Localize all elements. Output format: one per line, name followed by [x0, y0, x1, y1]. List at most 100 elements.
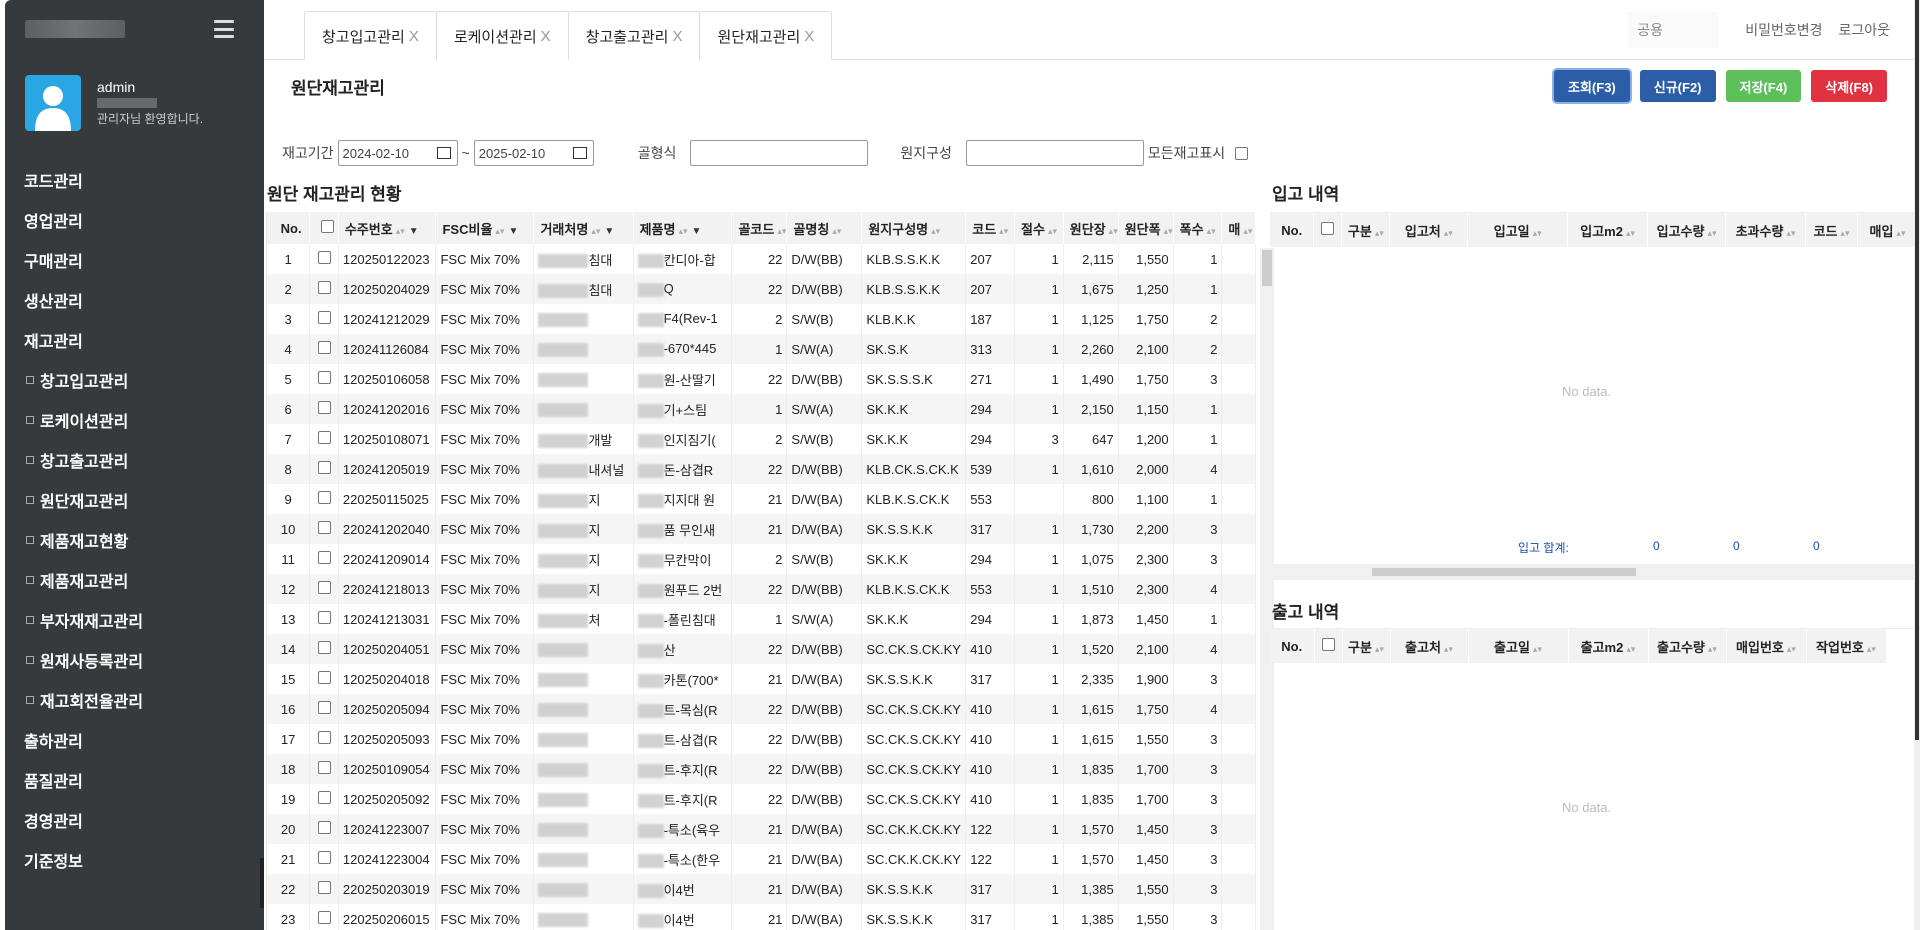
date-to-input[interactable]: 2025-02-10: [473, 140, 594, 166]
column-header[interactable]: 수주번호 ▴▾ ▼: [338, 212, 437, 244]
sort-icon[interactable]: ▴▾: [1109, 226, 1118, 236]
column-header[interactable]: No.: [267, 212, 311, 244]
row-checkbox[interactable]: [317, 611, 331, 624]
sort-icon[interactable]: ▴▾: [678, 226, 687, 236]
column-header[interactable]: 매입 ▴▾: [1857, 213, 1918, 247]
row-checkbox[interactable]: [317, 911, 331, 924]
column-header[interactable]: 입고일 ▴▾: [1467, 213, 1569, 247]
column-header[interactable]: 코드 ▴▾: [965, 212, 1016, 244]
sort-icon[interactable]: ▴▾: [931, 226, 940, 236]
tab-close-icon[interactable]: X: [804, 28, 814, 45]
calendar-icon[interactable]: [572, 147, 587, 159]
filter-icon[interactable]: ▼: [409, 226, 419, 237]
column-header[interactable]: FSC비율 ▴▾ ▼: [435, 212, 535, 244]
sidebar-item[interactable]: 품질관리: [5, 760, 264, 800]
row-checkbox[interactable]: [317, 311, 331, 324]
search-button[interactable]: 조회(F3): [1554, 70, 1630, 102]
tab-close-icon[interactable]: X: [409, 28, 419, 45]
tab-close-icon[interactable]: X: [541, 28, 551, 45]
table-row[interactable]: 16 120250205094 FSC Mix 70% 트-목심(R 22 D/W(BB)…: [267, 694, 1256, 724]
table-row[interactable]: 20 120241223007 FSC Mix 70% -특소(육우 21 D/W(BA)…: [267, 814, 1256, 844]
select-all-checkbox[interactable]: [320, 220, 334, 233]
sort-icon[interactable]: ▴▾: [1164, 226, 1173, 236]
row-checkbox[interactable]: [317, 281, 331, 294]
sidebar-item[interactable]: 원단재고관리: [5, 480, 264, 520]
sidebar-item[interactable]: 제품재고관리: [5, 560, 264, 600]
show-all-checkbox[interactable]: [1235, 146, 1249, 160]
column-header[interactable]: 출고수량 ▴▾: [1648, 629, 1727, 663]
row-checkbox[interactable]: [317, 461, 331, 474]
column-header[interactable]: 원지구성명 ▴▾: [861, 212, 967, 244]
row-checkbox[interactable]: [317, 731, 331, 744]
column-header[interactable]: [309, 212, 339, 244]
sidebar-item[interactable]: 영업관리: [5, 200, 264, 240]
sort-icon[interactable]: ▴▾: [1787, 644, 1796, 654]
column-header[interactable]: [1314, 629, 1343, 663]
sidebar-item[interactable]: 구매관리: [5, 240, 264, 280]
sort-icon[interactable]: ▴▾: [1626, 228, 1635, 238]
filter-icon[interactable]: ▼: [604, 226, 614, 237]
sidebar-item[interactable]: 부자재재고관리: [5, 600, 264, 640]
sidebar-item[interactable]: 제품재고현황: [5, 520, 264, 560]
row-checkbox[interactable]: [317, 821, 331, 834]
column-header[interactable]: [1313, 213, 1343, 247]
sort-icon[interactable]: ▴▾: [396, 226, 405, 236]
table-row[interactable]: 7 120250108071 FSC Mix 70% 개발 인지짐기(2 S/W(B) SK…: [267, 424, 1256, 454]
column-header[interactable]: 구분 ▴▾: [1342, 629, 1391, 663]
column-header[interactable]: 골명칭 ▴▾: [786, 212, 863, 244]
sort-icon[interactable]: ▴▾: [1708, 644, 1717, 654]
sort-icon[interactable]: ▴▾: [1896, 228, 1905, 238]
sidebar-item[interactable]: 원재사등록관리: [5, 640, 264, 680]
table-row[interactable]: 19 120250205092 FSC Mix 70% 트-후지(R 22 D/W(BB)…: [267, 784, 1256, 814]
sidebar-item[interactable]: 창고입고관리: [5, 360, 264, 400]
sort-icon[interactable]: ▴▾: [1707, 228, 1716, 238]
table-row[interactable]: 18 120250109054 FSC Mix 70% 트-후지(R 22 D/W(BB)…: [267, 754, 1256, 784]
paper-input[interactable]: [965, 140, 1144, 166]
table-row[interactable]: 9 220250115025 FSC Mix 70% 지 지지대 원 21 D/W(BA) K…: [267, 484, 1256, 514]
sort-icon[interactable]: ▴▾: [1533, 228, 1542, 238]
sidebar-item[interactable]: 로케이션관리: [5, 400, 264, 440]
delete-button[interactable]: 삭제(F8): [1811, 70, 1887, 102]
table-row[interactable]: 14 120250204051 FSC Mix 70% 산 22 D/W(BB) SC.CK…: [267, 634, 1256, 664]
sidebar-item[interactable]: 기준정보: [5, 840, 264, 880]
row-checkbox[interactable]: [317, 881, 331, 894]
sort-icon[interactable]: ▴▾: [591, 226, 600, 236]
sidebar-item[interactable]: 재고회전율관리: [5, 680, 264, 720]
column-header[interactable]: 거래처명 ▴▾ ▼: [533, 212, 634, 244]
tab[interactable]: 창고입고관리 X: [304, 11, 437, 60]
tab-close-icon[interactable]: X: [672, 28, 682, 45]
row-checkbox[interactable]: [317, 641, 331, 654]
row-checkbox[interactable]: [317, 251, 331, 264]
column-header[interactable]: 절수 ▴▾: [1014, 212, 1064, 244]
column-header[interactable]: 출고m2 ▴▾: [1568, 629, 1649, 663]
sort-icon[interactable]: ▴▾: [1786, 228, 1795, 238]
sort-icon[interactable]: ▴▾: [1048, 226, 1057, 236]
column-header[interactable]: 작업번호 ▴▾: [1806, 629, 1887, 663]
table-row[interactable]: 2 120250204029 FSC Mix 70% 침대 Q 22 D/W(BB) KLB.…: [267, 274, 1256, 304]
filter-icon[interactable]: ▼: [692, 226, 702, 237]
sort-icon[interactable]: ▴▾: [1375, 644, 1384, 654]
sort-icon[interactable]: ▴▾: [1375, 228, 1384, 238]
row-checkbox[interactable]: [317, 551, 331, 564]
column-header[interactable]: 골코드 ▴▾: [731, 212, 788, 244]
table-row[interactable]: 11 220241209014 FSC Mix 70% 지 무칸막이 2 S/W(B) SK.…: [267, 544, 1256, 574]
column-header[interactable]: 매 ▴▾: [1221, 212, 1256, 244]
change-password-link[interactable]: 비밀번호변경: [1745, 20, 1822, 40]
tab[interactable]: 원단재고관리 X: [699, 11, 833, 60]
sort-icon[interactable]: ▴▾: [1533, 644, 1542, 654]
sort-icon[interactable]: ▴▾: [999, 226, 1008, 236]
sidebar-item[interactable]: 출하관리: [5, 720, 264, 760]
sort-icon[interactable]: ▴▾: [1840, 228, 1849, 238]
company-select[interactable]: 공용: [1627, 12, 1720, 48]
stock-grid-scrollbar[interactable]: [1260, 248, 1274, 930]
column-header[interactable]: 입고처 ▴▾: [1389, 213, 1469, 247]
column-header[interactable]: 코드 ▴▾: [1805, 213, 1858, 247]
column-header[interactable]: 제품명 ▴▾ ▼: [633, 212, 733, 244]
table-row[interactable]: 15 120250204018 FSC Mix 70% 카톤(700* 21 D/W(BA…: [267, 664, 1256, 694]
column-header[interactable]: 입고m2 ▴▾: [1567, 213, 1649, 247]
sort-icon[interactable]: ▴▾: [832, 226, 841, 236]
page-scrollbar[interactable]: [1914, 0, 1920, 930]
sort-icon[interactable]: ▴▾: [1444, 644, 1453, 654]
row-checkbox[interactable]: [317, 341, 331, 354]
table-row[interactable]: 3 120241212029 FSC Mix 70% F4(Rev-1 2 S/W(B) K…: [267, 304, 1256, 334]
